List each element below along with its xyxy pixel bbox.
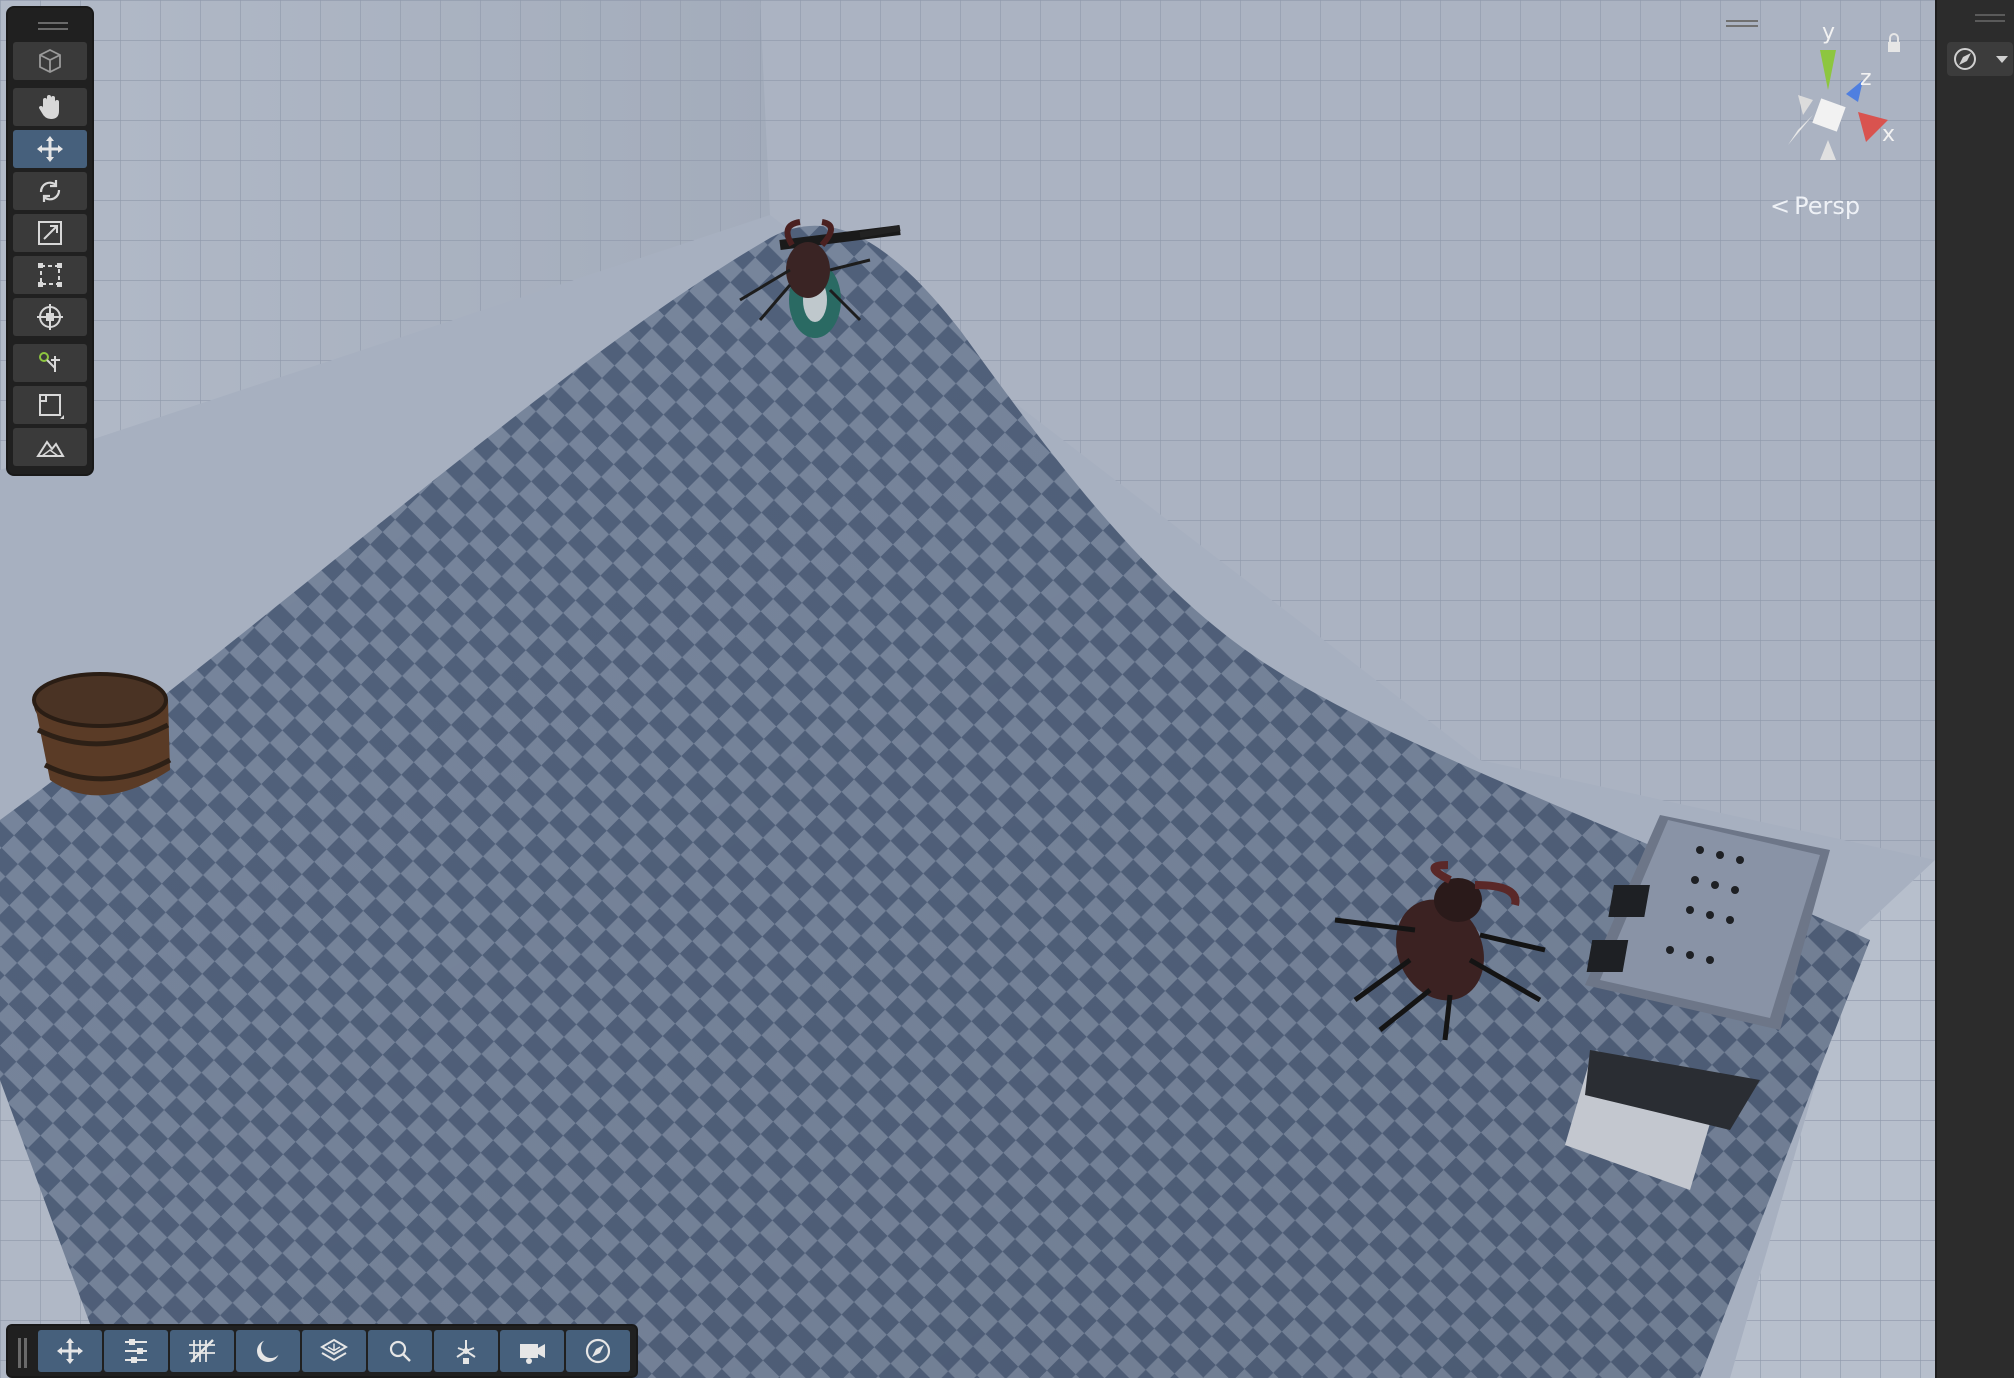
scale-tool[interactable] [13, 214, 87, 252]
pivot-icon [39, 352, 60, 372]
compass-icon [1954, 48, 1976, 70]
projection-toggle[interactable]: < Persp [1770, 192, 1860, 220]
rotate-icon [39, 180, 61, 202]
shading-mode-button[interactable] [236, 1330, 300, 1372]
cube-icon [39, 48, 61, 74]
terrain-icon [36, 440, 65, 457]
gizmos-toggle-button[interactable] [302, 1330, 366, 1372]
y-axis-cone[interactable] [1820, 50, 1836, 90]
move-tool[interactable] [13, 130, 87, 168]
terrain-tool[interactable] [13, 428, 87, 466]
rect-transform-icon [38, 263, 62, 287]
chevron-down-icon [1996, 56, 2008, 63]
box-edit-icon [39, 394, 64, 419]
lock-icon[interactable] [1888, 33, 1900, 52]
compass-overlay-button[interactable] [566, 1330, 630, 1372]
sliders-icon [125, 1339, 147, 1363]
view-cube-tool[interactable] [13, 42, 87, 80]
orientation-toggle-button[interactable] [434, 1330, 498, 1372]
orientation-gizmo[interactable]: y z x [1758, 20, 1918, 220]
search-overlay-button[interactable] [368, 1330, 432, 1372]
toolbar-grip[interactable] [18, 1338, 21, 1368]
grid-snapping-button[interactable] [170, 1330, 234, 1372]
transform-tool[interactable] [13, 298, 87, 336]
tools-overlay [8, 8, 92, 474]
axis-label-z: z [1860, 66, 1872, 91]
move-overlay-button[interactable] [38, 1330, 102, 1372]
barrel-object[interactable] [32, 672, 172, 796]
viewport-grip[interactable] [1726, 20, 1758, 22]
hand-tool[interactable] [13, 88, 87, 126]
tool-settings-button[interactable] [104, 1330, 168, 1372]
overlay-toolbar [8, 1326, 636, 1376]
axes-icon [456, 1340, 476, 1364]
panel-grip[interactable] [38, 22, 68, 24]
projection-label: Persp [1794, 192, 1861, 220]
chevron-left-icon: < [1770, 192, 1791, 220]
scene-viewport[interactable]: y z x < Persp [0, 0, 1935, 1378]
compass-icon [585, 1338, 611, 1364]
right-panel-strip [1935, 0, 2014, 1378]
axis-label-y: y [1822, 20, 1836, 45]
shading-icon [257, 1338, 281, 1362]
camera-overlay-button[interactable] [500, 1330, 564, 1372]
layers-icon [320, 1338, 348, 1362]
move-arrows-icon [37, 136, 63, 162]
search-icon [389, 1340, 411, 1362]
component-tool[interactable] [13, 386, 87, 424]
scale-icon [38, 221, 62, 245]
strip-grip[interactable] [1975, 14, 2005, 16]
rect-tool[interactable] [13, 256, 87, 294]
rotate-tool[interactable] [13, 172, 87, 210]
custom-tool[interactable] [13, 344, 87, 382]
hand-icon [39, 95, 59, 119]
compass-dropdown-button[interactable] [1947, 42, 2013, 76]
axis-label-x: x [1882, 122, 1896, 147]
grid-snap-icon [189, 1339, 215, 1363]
move-arrows-icon [57, 1338, 83, 1364]
camera-icon [520, 1344, 545, 1364]
transform-icon [37, 304, 63, 330]
